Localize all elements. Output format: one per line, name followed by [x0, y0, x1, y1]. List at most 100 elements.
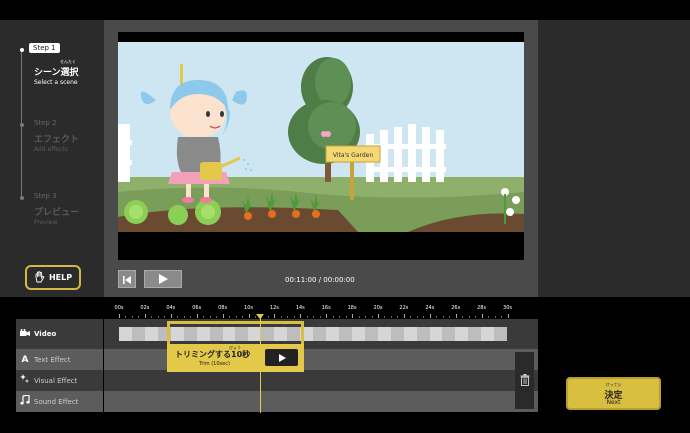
ruler-minor-tick: [442, 316, 444, 318]
ruler-tick: [119, 314, 120, 318]
ruler-minor-tick: [151, 316, 153, 318]
hand-icon: [34, 270, 45, 285]
ruler-minor-tick: [319, 316, 321, 318]
ruler-minor-tick: [209, 316, 211, 318]
ruler-tick: [222, 314, 224, 318]
ruler-minor-tick: [501, 316, 503, 318]
track-sound-text: Sound Effect: [34, 397, 79, 406]
clip-frame: [455, 327, 469, 341]
ruler-tick: [481, 314, 483, 318]
ruler-minor-tick: [306, 316, 308, 318]
ruler-minor-tick: [345, 316, 347, 318]
ruler-minor-tick: [177, 316, 179, 318]
track-visual-text: Visual Effect: [34, 376, 78, 385]
sparkle-icon: [16, 374, 34, 387]
ruler-minor-tick: [125, 316, 127, 318]
trim-popup: びょう トリミングする10秒 Trim (10sec): [167, 344, 304, 372]
play-icon: [277, 348, 287, 367]
help-button[interactable]: HELP: [25, 265, 81, 290]
track-label-visual-effect[interactable]: Visual Effect: [16, 370, 103, 391]
ruler-tick: [378, 314, 379, 318]
ruler-minor-tick: [131, 316, 133, 318]
play-button[interactable]: [144, 270, 182, 288]
ruler-minor-tick: [287, 316, 289, 318]
ruler-minor-tick: [138, 316, 140, 318]
ruler-minor-tick: [293, 316, 295, 318]
ruler-tick-label: 00s: [114, 305, 124, 311]
ruler-minor-tick: [235, 316, 237, 318]
ruler-tick: [507, 314, 509, 318]
ruler-minor-tick: [164, 316, 166, 318]
ruler-minor-tick: [423, 316, 425, 318]
skip-back-icon: [122, 270, 132, 289]
step-dot: [20, 48, 24, 52]
track-label-video[interactable]: Video: [16, 319, 103, 349]
ruler-tick-label: 08s: [218, 305, 228, 311]
step-1-title: シーン選択: [34, 68, 79, 78]
ruler-tick-label: 24s: [425, 305, 435, 311]
steps-panel: Step 1 せんたく シーン選択 Select a scene Step 2 …: [0, 20, 104, 297]
delete-button[interactable]: [515, 352, 534, 409]
trim-subtitle: Trim (10sec): [199, 361, 230, 367]
preview-panel: Vita's Garden 00:11:00 / 00:00:00: [104, 20, 538, 297]
help-label: HELP: [48, 273, 73, 282]
playhead-handle[interactable]: [256, 314, 264, 319]
ruler-tick-label: 12s: [269, 305, 279, 311]
ruler-tick: [274, 314, 276, 318]
playhead-line[interactable]: [260, 317, 261, 413]
decide-next-button[interactable]: けってい 決定 Next: [566, 377, 661, 410]
garden-sign-text: Vita's Garden: [333, 152, 374, 159]
ruler-minor-tick: [332, 316, 334, 318]
ruler-tick-label: 22s: [399, 305, 409, 311]
sound-effect-track[interactable]: [104, 391, 538, 412]
text-icon: A: [21, 354, 29, 365]
clip-frame: [351, 327, 365, 341]
clip-frame: [131, 327, 145, 341]
player-controls: 00:11:00 / 00:00:00: [118, 268, 524, 290]
ruler-tick-label: 30s: [503, 305, 512, 311]
ruler-tick-label: 16s: [321, 305, 331, 311]
clip-frame: [416, 327, 430, 341]
step-3-badge: Step 3: [34, 192, 57, 200]
ruler-minor-tick: [475, 316, 477, 318]
ruler-tick: [248, 314, 250, 318]
ruler-tick-label: 20s: [373, 305, 383, 311]
ruler-minor-tick: [267, 316, 269, 318]
step-2-title: エフェクト: [34, 135, 80, 145]
track-label-sound-effect[interactable]: Sound Effect: [16, 391, 103, 412]
ruler-minor-tick: [488, 316, 490, 318]
ruler-minor-tick: [365, 316, 367, 318]
trim-play-button[interactable]: [265, 349, 298, 366]
step-dot: [20, 196, 24, 200]
garden-scene-illustration: Vita's Garden: [118, 42, 524, 232]
step-1-badge: Step 1: [29, 43, 60, 53]
step-connector: [21, 50, 22, 125]
ruler-minor-tick: [280, 316, 282, 318]
clip-frame: [377, 327, 391, 341]
ruler-minor-tick: [462, 316, 464, 318]
music-note-icon: [16, 394, 34, 408]
trash-icon: [520, 371, 530, 390]
clip-frame: [442, 327, 456, 341]
step-dot: [20, 123, 24, 127]
track-label-text-effect[interactable]: A Text Effect: [16, 349, 103, 370]
ruler-minor-tick: [157, 316, 159, 318]
ruler-minor-tick: [371, 316, 373, 318]
ruler-minor-tick: [390, 316, 392, 318]
clip-frame: [119, 327, 132, 341]
skip-to-start-button[interactable]: [118, 270, 136, 288]
step-2-badge: Step 2: [34, 119, 57, 127]
track-video-text: Video: [34, 330, 57, 338]
track-text-text: Text Effect: [34, 355, 71, 364]
clip-frame: [390, 327, 404, 341]
ruler-tick: [300, 314, 302, 318]
ruler-minor-tick: [449, 316, 451, 318]
film-icon: [16, 328, 34, 340]
decide-subtitle: Next: [606, 399, 621, 406]
video-editor-app: Step 1 せんたく シーン選択 Select a scene Step 2 …: [0, 0, 690, 433]
step-3-subtitle: Preview: [34, 219, 58, 226]
visual-effect-track[interactable]: [104, 370, 538, 391]
clip-frame: [403, 327, 417, 341]
right-panel: [538, 20, 690, 297]
ruler-minor-tick: [229, 316, 231, 318]
